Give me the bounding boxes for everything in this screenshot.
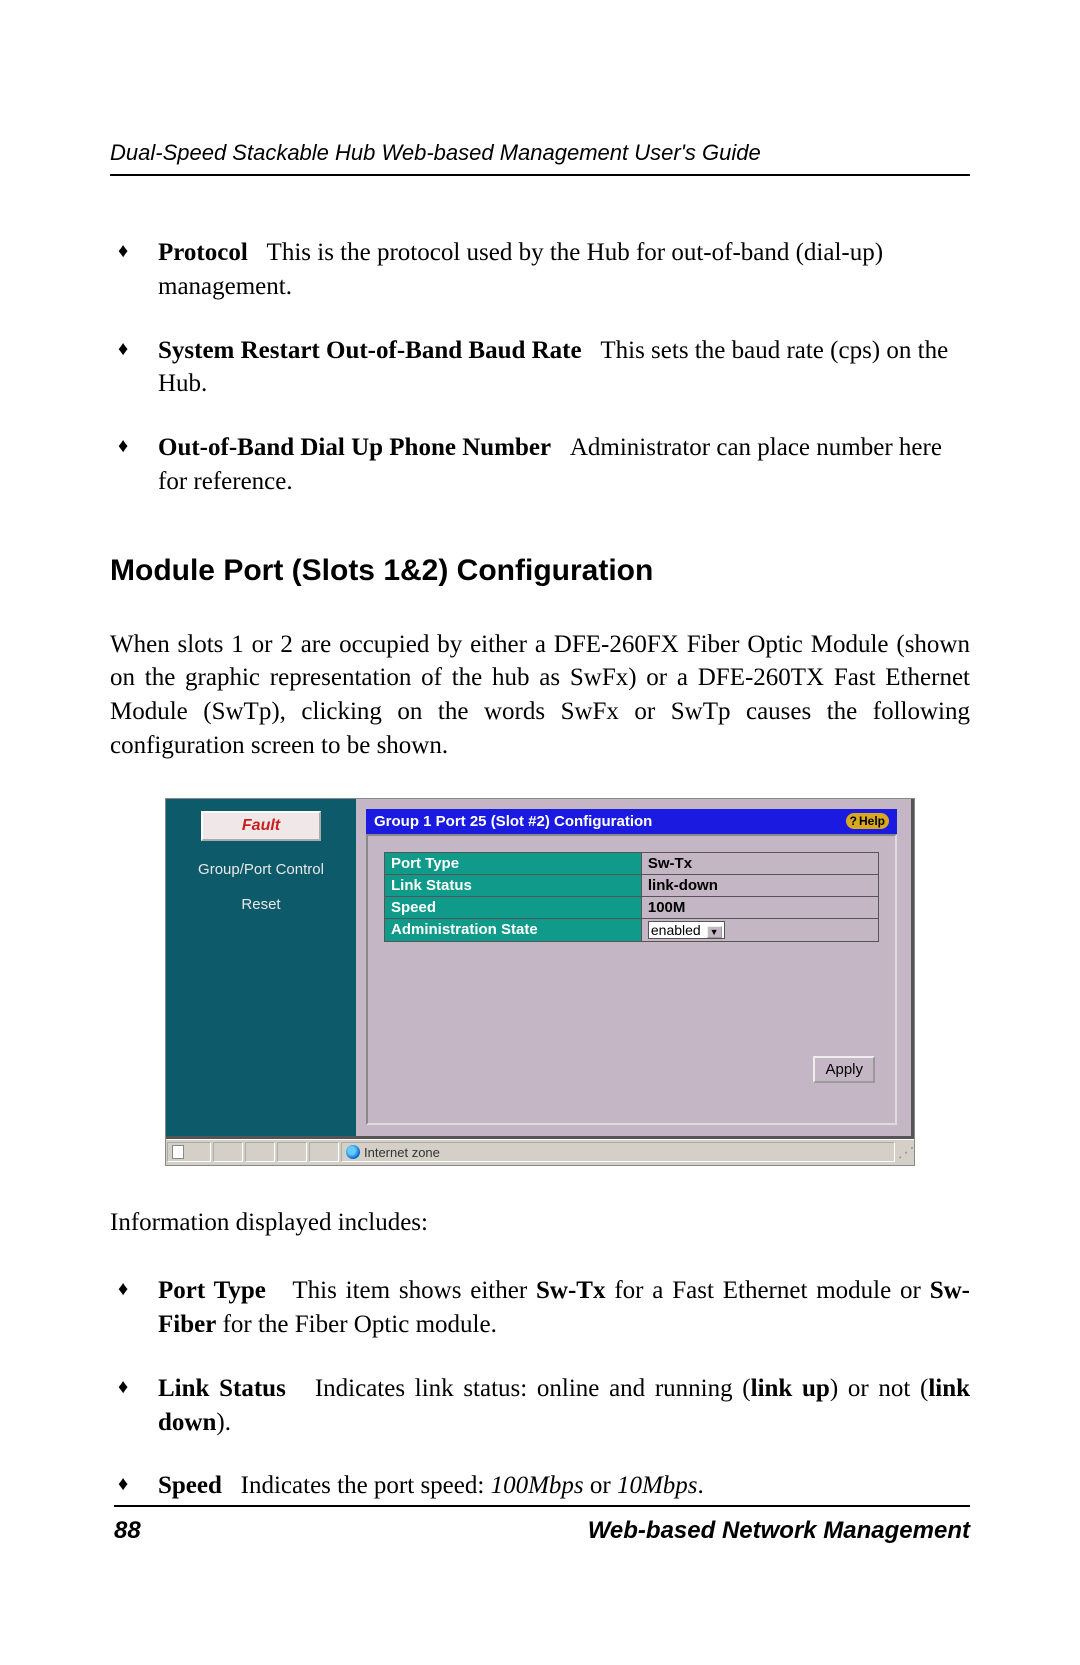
bullet-desc: This is the protocol used by the Hub for… [158, 239, 883, 300]
status-segment [309, 1142, 339, 1162]
top-bullet-list: Protocol This is the protocol used by th… [110, 236, 970, 499]
bullet-term: Link Status [158, 1375, 286, 1402]
table-row: Link Status link-down [385, 874, 879, 896]
row-value: link-down [641, 874, 878, 896]
status-segment [245, 1142, 275, 1162]
apply-button[interactable]: Apply [813, 1056, 875, 1083]
row-label: Speed [385, 896, 642, 918]
row-label: Administration State [385, 918, 642, 941]
bullet-term: System Restart Out-of-Band Baud Rate [158, 337, 582, 364]
bullet-term: Out-of-Band Dial Up Phone Number [158, 434, 551, 461]
row-label: Port Type [385, 852, 642, 874]
row-value: 100M [641, 896, 878, 918]
status-segment [213, 1142, 243, 1162]
table-row: Port Type Sw-Tx [385, 852, 879, 874]
bullet-item: Port Type This item shows either Sw-Tx f… [110, 1274, 970, 1342]
bullet-term: Port Type [158, 1277, 266, 1304]
status-zone: Internet zone [341, 1142, 895, 1162]
intro-paragraph: When slots 1 or 2 are occupied by either… [110, 628, 970, 763]
bullet-item: Link Status Indicates link status: onlin… [110, 1372, 970, 1440]
chevron-down-icon: ▼ [707, 926, 722, 938]
content-box: Port Type Sw-Tx Link Status link-down Sp… [366, 834, 897, 1125]
fault-button[interactable]: Fault [201, 811, 321, 841]
config-screenshot: Fault Group/Port Control Reset Group 1 P… [165, 798, 915, 1166]
info-intro: Information displayed includes: [110, 1206, 970, 1240]
sidebar-item-reset[interactable]: Reset [166, 896, 356, 913]
resize-grip-icon: ⋰ [896, 1144, 914, 1161]
dropdown-value: enabled [651, 922, 701, 938]
row-value-dropdown: enabled ▼ [641, 918, 878, 941]
sidebar: Fault Group/Port Control Reset [166, 799, 356, 1136]
bullet-item: Out-of-Band Dial Up Phone Number Adminis… [110, 431, 970, 499]
help-icon: ? [850, 814, 857, 828]
row-value: Sw-Tx [641, 852, 878, 874]
footer-title: Web-based Network Management [588, 1517, 970, 1545]
section-heading: Module Port (Slots 1&2) Configuration [110, 554, 970, 588]
help-button[interactable]: ?Help [846, 813, 889, 829]
bottom-bullet-list: Port Type This item shows either Sw-Tx f… [110, 1274, 970, 1503]
ie-icon [346, 1145, 360, 1159]
bullet-term: Speed [158, 1472, 222, 1499]
table-row: Administration State enabled ▼ [385, 918, 879, 941]
status-doc-icon [167, 1142, 211, 1162]
bullet-item: Speed Indicates the port speed: 100Mbps … [110, 1469, 970, 1503]
main-panel: Group 1 Port 25 (Slot #2) Configuration … [356, 799, 911, 1136]
page-number: 88 [114, 1517, 141, 1545]
config-table: Port Type Sw-Tx Link Status link-down Sp… [384, 852, 879, 942]
bullet-item: Protocol This is the protocol used by th… [110, 236, 970, 304]
panel-titlebar: Group 1 Port 25 (Slot #2) Configuration … [366, 809, 897, 834]
help-label: Help [859, 814, 885, 828]
status-zone-text: Internet zone [364, 1145, 440, 1160]
status-segment [277, 1142, 307, 1162]
page-footer: 88 Web-based Network Management [114, 1505, 970, 1545]
sidebar-item-group-port[interactable]: Group/Port Control [166, 861, 356, 878]
status-bar: Internet zone ⋰ [166, 1139, 914, 1165]
row-label: Link Status [385, 874, 642, 896]
table-row: Speed 100M [385, 896, 879, 918]
bullet-item: System Restart Out-of-Band Baud Rate Thi… [110, 334, 970, 402]
panel-title: Group 1 Port 25 (Slot #2) Configuration [374, 813, 652, 830]
running-header: Dual-Speed Stackable Hub Web-based Manag… [110, 140, 970, 176]
admin-state-dropdown[interactable]: enabled ▼ [648, 921, 725, 939]
bullet-term: Protocol [158, 239, 248, 266]
